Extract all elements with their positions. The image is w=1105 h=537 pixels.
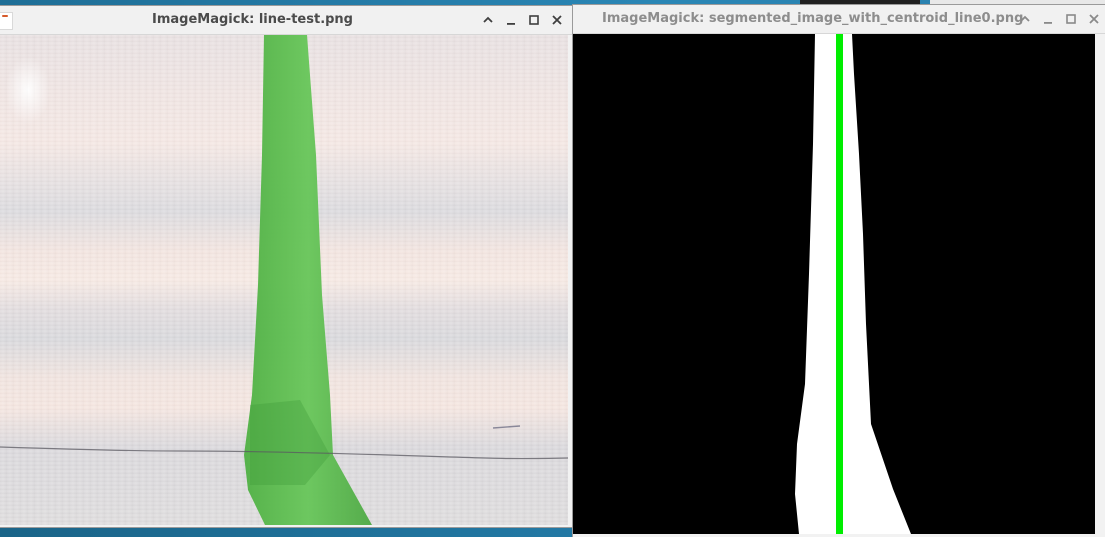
- minimize-icon: [1044, 22, 1052, 24]
- shade-button[interactable]: [1017, 11, 1033, 27]
- maximize-icon: [1066, 14, 1076, 24]
- window-title: ImageMagick: segmented_image_with_centro…: [602, 11, 1024, 26]
- chevron-up-icon: [483, 16, 493, 23]
- maximize-icon: [529, 15, 539, 25]
- imagemagick-icon: [0, 12, 13, 30]
- floor-mark: [492, 425, 521, 429]
- image-canvas[interactable]: [573, 34, 1095, 534]
- image-canvas[interactable]: [0, 35, 568, 525]
- window-titlebar[interactable]: ImageMagick: segmented_image_with_centro…: [573, 5, 1105, 34]
- close-icon: [552, 15, 562, 25]
- close-button[interactable]: [549, 12, 565, 28]
- minimize-button[interactable]: [1040, 11, 1056, 27]
- minimize-icon: [507, 23, 515, 25]
- segmented-image-window[interactable]: ImageMagick: segmented_image_with_centro…: [573, 5, 1105, 537]
- close-button[interactable]: [1086, 11, 1102, 27]
- maximize-button[interactable]: [526, 12, 542, 28]
- tape-svg: [0, 35, 568, 525]
- shade-button[interactable]: [480, 12, 496, 28]
- maximize-button[interactable]: [1063, 11, 1079, 27]
- minimize-button[interactable]: [503, 12, 519, 28]
- close-icon: [1089, 14, 1099, 24]
- segmented-mask-image: [573, 34, 1095, 534]
- centroid-line: [836, 34, 843, 534]
- white-line-region: [795, 34, 911, 534]
- window-titlebar[interactable]: ImageMagick: line-test.png: [0, 6, 572, 35]
- chevron-up-icon: [1020, 15, 1030, 22]
- mask-svg: [795, 34, 911, 534]
- line-test-window[interactable]: ImageMagick: line-test.png: [0, 6, 572, 527]
- window-title: ImageMagick: line-test.png: [152, 12, 353, 27]
